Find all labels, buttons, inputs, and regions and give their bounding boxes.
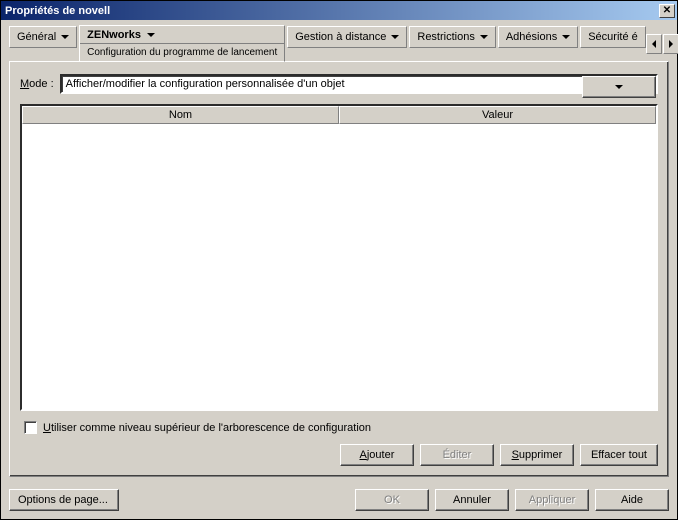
ok-button[interactable]: OK: [355, 489, 429, 511]
chevron-down-icon: [615, 85, 623, 89]
dialog-body: Général ZENworks Configuration du progra…: [1, 20, 677, 485]
chevron-down-icon: [480, 35, 488, 39]
dropdown-button[interactable]: [582, 76, 656, 98]
chevron-left-icon: [652, 40, 656, 48]
tab-security[interactable]: Sécurité é: [580, 26, 646, 48]
delete-button[interactable]: Supprimer: [500, 444, 574, 466]
tab-restrictions[interactable]: Restrictions: [409, 26, 495, 48]
cancel-button[interactable]: Annuler: [435, 489, 509, 511]
edit-button[interactable]: Éditer: [420, 444, 494, 466]
chevron-down-icon: [391, 35, 399, 39]
chevron-down-icon: [147, 33, 155, 37]
clear-all-button[interactable]: Effacer tout: [580, 444, 658, 466]
top-level-checkbox[interactable]: [24, 421, 37, 434]
chevron-down-icon: [562, 35, 570, 39]
close-icon: ✕: [663, 5, 671, 16]
tab-label: Restrictions: [417, 31, 474, 43]
window-title: Propriétés de novell: [5, 5, 659, 17]
close-button[interactable]: ✕: [659, 4, 675, 18]
chevron-down-icon: [61, 35, 69, 39]
window: Propriétés de novell ✕ Général ZENworks …: [0, 0, 678, 520]
tab-memberships[interactable]: Adhésions: [498, 26, 578, 48]
mode-dropdown[interactable]: Afficher/modifier la configuration perso…: [60, 74, 658, 94]
tab-label: ZENworks: [87, 29, 141, 41]
top-level-checkbox-row: Utiliser comme niveau supérieur de l'arb…: [20, 421, 658, 434]
mode-row: Mode : Afficher/modifier la configuratio…: [20, 74, 658, 94]
help-button[interactable]: Aide: [595, 489, 669, 511]
tab-scroll-left-button[interactable]: [646, 34, 662, 54]
tab-label: Adhésions: [506, 31, 557, 43]
tab-remote-management[interactable]: Gestion à distance: [287, 26, 407, 48]
column-header-value[interactable]: Valeur: [339, 106, 656, 124]
tabstrip: Général ZENworks Configuration du progra…: [9, 26, 669, 62]
page-options-button[interactable]: Options de page...: [9, 489, 119, 511]
titlebar: Propriétés de novell ✕: [1, 1, 677, 20]
chevron-right-icon: [669, 40, 673, 48]
apply-button[interactable]: Appliquer: [515, 489, 589, 511]
config-table: Nom Valeur: [20, 104, 658, 411]
dialog-footer: Options de page... OK Annuler Appliquer …: [1, 485, 677, 519]
tab-scroll-right-button[interactable]: [663, 34, 678, 54]
tab-label: Sécurité é: [588, 31, 638, 43]
mode-value: Afficher/modifier la configuration perso…: [62, 76, 582, 92]
tab-subtitle: Configuration du programme de lancement: [80, 43, 284, 61]
checkbox-label[interactable]: Utiliser comme niveau supérieur de l'arb…: [43, 422, 371, 434]
tab-label: Général: [17, 31, 56, 43]
zenworks-panel: Mode : Afficher/modifier la configuratio…: [9, 61, 669, 477]
table-body[interactable]: [22, 124, 656, 409]
table-header: Nom Valeur: [22, 106, 656, 124]
tab-label: Gestion à distance: [295, 31, 386, 43]
add-button[interactable]: Ajouter: [340, 444, 414, 466]
tab-general[interactable]: Général: [9, 26, 77, 48]
tab-nav: [646, 26, 678, 62]
column-header-name[interactable]: Nom: [22, 106, 339, 124]
panel-buttons: Ajouter Éditer Supprimer Effacer tout: [20, 444, 658, 466]
tab-zenworks[interactable]: ZENworks Configuration du programme de l…: [79, 25, 285, 62]
mode-label: Mode :: [20, 78, 54, 90]
